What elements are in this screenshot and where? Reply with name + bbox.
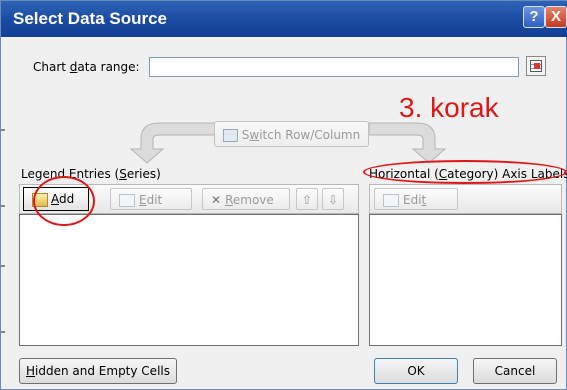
move-down-button[interactable]: ⇩	[322, 188, 344, 210]
legend-entries-list[interactable]	[19, 214, 359, 346]
axis-labels-list[interactable]	[369, 214, 562, 346]
ok-button[interactable]: OK	[374, 358, 458, 384]
switch-row-column-button[interactable]: Switch Row/Column	[214, 121, 369, 147]
add-button-highlight-circle	[33, 176, 95, 226]
axis-labels-highlight-circle	[363, 160, 567, 184]
title-bar[interactable]: Select Data Source ? X	[1, 1, 567, 37]
edge-mark	[1, 331, 5, 333]
close-button[interactable]: X	[545, 6, 567, 28]
edit-icon	[119, 194, 135, 207]
edge-mark	[1, 205, 5, 207]
close-icon: X	[550, 8, 561, 25]
switch-left-arrow-icon	[129, 122, 220, 164]
help-button[interactable]: ?	[523, 6, 545, 28]
edge-mark	[1, 129, 5, 131]
step-annotation: 3. korak	[399, 92, 499, 123]
remove-icon: ✕	[211, 193, 222, 207]
window-title: Select Data Source	[13, 9, 168, 28]
switch-row-column-icon	[222, 129, 238, 142]
select-data-source-dialog: Select Data Source ? X Chart data range:…	[0, 0, 567, 390]
axis-edit-button[interactable]: Edit	[374, 188, 458, 210]
edit-icon	[383, 194, 399, 207]
legend-edit-button[interactable]: Edit	[110, 188, 192, 210]
cancel-button[interactable]: Cancel	[473, 358, 557, 384]
move-up-button[interactable]: ⇧	[296, 188, 318, 210]
edge-mark	[1, 265, 5, 267]
chart-data-range-label: Chart data range:	[33, 60, 140, 74]
legend-remove-button[interactable]: ✕ Remove	[202, 188, 290, 210]
help-icon: ?	[529, 8, 539, 25]
axis-toolbar: Edit	[369, 184, 562, 214]
hidden-empty-cells-button[interactable]: Hidden and Empty Cells	[19, 358, 177, 384]
arrow-up-icon: ⇧	[301, 193, 313, 207]
chart-data-range-input[interactable]	[149, 57, 519, 77]
arrow-down-icon: ⇩	[327, 193, 339, 207]
collapse-dialog-button[interactable]	[526, 56, 546, 76]
legend-entries-label: Legend Entries (Series)	[21, 167, 161, 181]
